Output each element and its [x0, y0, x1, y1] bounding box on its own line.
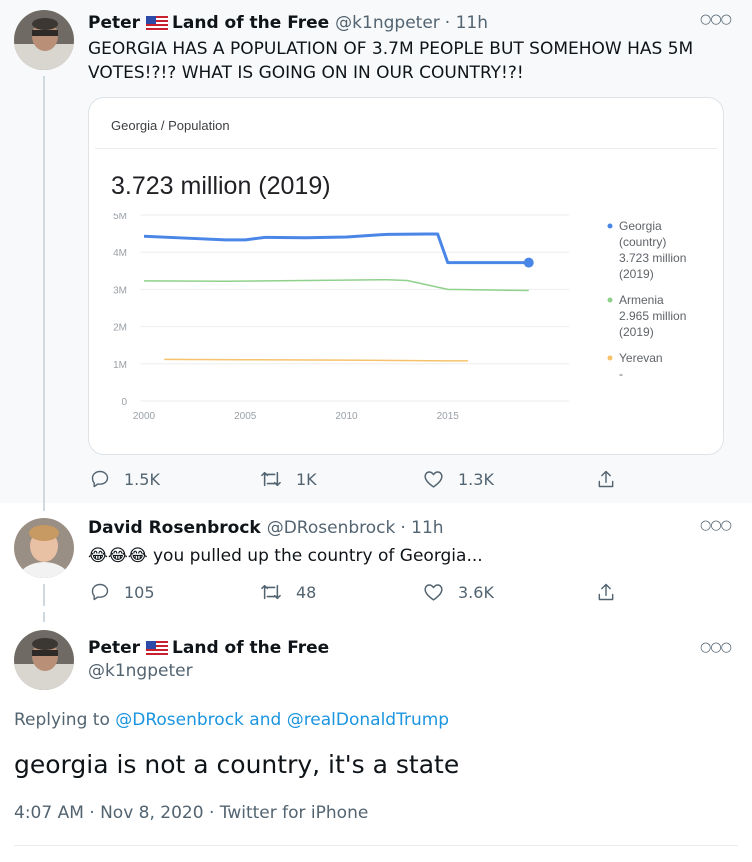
legend-label: 2.965 million	[619, 309, 686, 323]
x-tick-label: 2000	[133, 411, 156, 422]
series-end-point	[523, 257, 534, 268]
author-name[interactable]: David Rosenbrock	[88, 518, 261, 538]
legend-label: -	[619, 367, 623, 381]
breadcrumb-separator: /	[160, 118, 165, 133]
y-tick-label: 2M	[113, 323, 127, 334]
tweet1-text-line2: VOTES!?!? WHAT IS GOING ON IN OUR COUNTR…	[88, 63, 524, 83]
y-tick-label: 5M	[113, 213, 127, 222]
legend-label: (2019)	[619, 325, 654, 339]
more-options-icon[interactable]: ○○○	[700, 640, 732, 655]
tweet-timestamp[interactable]: 4:07 AM · Nov 8, 2020 · Twitter for iPho…	[14, 803, 368, 823]
avatar-peter-image	[14, 10, 74, 70]
retweet-count: 1K	[296, 469, 317, 489]
reply-count: 105	[124, 582, 155, 602]
reply-button[interactable]: 105	[90, 582, 155, 602]
series-line-georgia	[143, 232, 529, 265]
legend-label: 3.723 million	[619, 251, 686, 265]
reply-icon	[91, 470, 109, 488]
tweet3-text: georgia is not a country, it's a state	[14, 750, 460, 779]
author-handle[interactable]: @k1ngpeter	[335, 13, 440, 33]
reply-user-link-2[interactable]: @realDonaldTrump	[287, 710, 449, 730]
retweet-count: 48	[296, 582, 317, 602]
legend-label: (2019)	[619, 267, 654, 281]
tweet1-text: GEORGIA HAS A POPULATION OF 3.7M PEOPLE …	[88, 37, 728, 85]
y-tick-label: 0	[121, 397, 127, 408]
avatar-david-image	[14, 518, 74, 578]
like-count: 1.3K	[458, 469, 494, 489]
series-line-armenia	[143, 278, 529, 292]
x-tick-label: 2010	[335, 411, 358, 422]
like-count: 3.6K	[458, 582, 494, 602]
x-tick-label: 2005	[234, 411, 257, 422]
author-name-suffix[interactable]: Land of the Free	[172, 638, 329, 658]
share-button[interactable]	[596, 468, 616, 494]
avatar-peter[interactable]	[14, 630, 74, 690]
share-icon	[598, 583, 614, 601]
tweet2-header: David Rosenbrock @DRosenbrock · 11h	[88, 516, 444, 540]
tweet2-text: 😂😂😂 you pulled up the country of Georgia…	[88, 544, 483, 568]
replying-to: Replying to @DRosenbrock and @realDonald…	[14, 710, 449, 730]
legend-label: Armenia	[619, 293, 664, 307]
attached-image-card[interactable]: Georgia / Population 3.723 million (2019…	[88, 97, 724, 455]
breadcrumb-population: Population	[168, 118, 230, 133]
legend-marker	[607, 297, 613, 303]
replying-to-label: Replying to	[14, 710, 110, 730]
bottom-divider	[14, 845, 738, 846]
y-tick-label: 1M	[113, 360, 127, 371]
tweet-time[interactable]: · 11h	[445, 13, 488, 33]
reply-count: 1.5K	[124, 469, 160, 489]
more-options-icon[interactable]: ○○○	[700, 518, 732, 533]
y-tick-label: 3M	[113, 285, 127, 296]
author-name[interactable]: Peter	[88, 638, 140, 658]
legend-label: Georgia	[619, 219, 662, 233]
tweet1-header: Peter Land of the Free @k1ngpeter · 11h	[88, 11, 488, 35]
author-handle[interactable]: @DRosenbrock	[267, 518, 396, 538]
thread-line-2	[43, 584, 45, 606]
like-button[interactable]: 3.6K	[423, 582, 494, 602]
heart-icon	[424, 471, 443, 488]
retweet-icon	[261, 584, 281, 600]
legend-label: Yerevan	[619, 351, 663, 365]
breadcrumb-georgia: Georgia	[111, 118, 158, 133]
laughing-emoji: 😂😂😂	[88, 546, 148, 566]
retweet-button[interactable]: 48	[260, 582, 316, 602]
like-button[interactable]: 1.3K	[423, 469, 494, 489]
us-flag-icon	[146, 640, 169, 656]
author-name-suffix[interactable]: Land of the Free	[172, 13, 329, 33]
reply-icon	[91, 583, 109, 601]
avatar-david[interactable]	[14, 518, 74, 578]
us-flag-icon	[146, 15, 169, 31]
avatar-peter[interactable]	[14, 10, 74, 70]
share-button[interactable]	[596, 581, 616, 607]
heart-icon	[424, 584, 443, 601]
legend-label: (country)	[619, 235, 666, 249]
x-tick-label: 2015	[437, 411, 460, 422]
reply-button[interactable]: 1.5K	[90, 469, 160, 489]
card-breadcrumb: Georgia / Population	[111, 118, 230, 133]
population-chart: 0 1M 2M 3M 4M 5M 2000 2005 2010 2015 Georgia (count…	[113, 213, 686, 422]
tweet3-header: Peter Land of the Free	[88, 636, 329, 660]
card-divider	[95, 148, 717, 149]
retweet-icon	[261, 471, 281, 487]
y-tick-label: 4M	[113, 248, 127, 259]
tweet-time[interactable]: · 11h	[400, 518, 443, 538]
thread-line-3	[43, 612, 45, 622]
more-options-icon[interactable]: ○○○	[700, 12, 732, 27]
avatar-peter-image	[14, 630, 74, 690]
legend-marker	[607, 355, 613, 361]
legend-marker	[607, 223, 613, 229]
reply-and: and	[249, 710, 282, 730]
author-handle[interactable]: @k1ngpeter	[88, 661, 193, 681]
retweet-button[interactable]: 1K	[260, 469, 317, 489]
card-headline: 3.723 million (2019)	[111, 172, 331, 200]
tweet1-text-line1: GEORGIA HAS A POPULATION OF 3.7M PEOPLE …	[88, 39, 694, 59]
series-line-yerevan	[164, 358, 468, 362]
thread-line	[43, 76, 45, 511]
author-name[interactable]: Peter	[88, 13, 140, 33]
tweet2-text-content: you pulled up the country of Georgia...	[153, 546, 483, 566]
share-icon	[598, 470, 614, 488]
reply-user-link-1[interactable]: @DRosenbrock	[115, 710, 244, 730]
